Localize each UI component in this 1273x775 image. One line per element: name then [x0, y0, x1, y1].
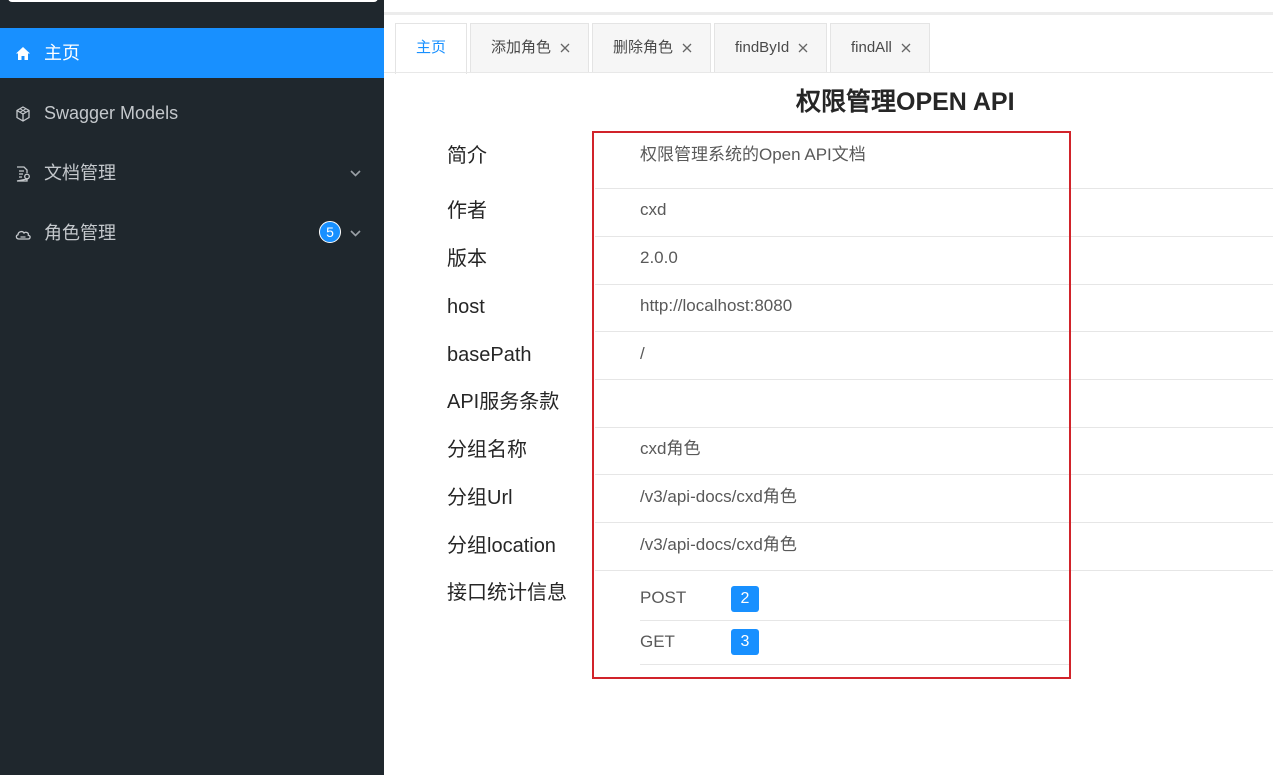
tab-label: 删除角色: [613, 39, 674, 56]
sidebar-item-home[interactable]: 主页: [0, 28, 384, 78]
sidebar-item-swagger-models[interactable]: Swagger Models: [0, 88, 384, 138]
count-badge: 3: [731, 629, 759, 655]
sidebar-item-role-management[interactable]: 角色管理 5: [0, 208, 384, 258]
sidebar-item-label: Swagger Models: [44, 103, 179, 123]
cube-icon: [16, 106, 30, 122]
info-key: 简介: [447, 145, 487, 167]
info-value: /: [640, 344, 645, 363]
info-key: 接口统计信息: [447, 582, 567, 604]
sidebar-item-label: 角色管理: [44, 223, 116, 243]
tab-home[interactable]: 主页: [395, 23, 467, 74]
info-key: 分组location: [447, 535, 556, 557]
info-key: 版本: [447, 248, 487, 270]
sidebar: 主页 Swagger Models 文档管理 角色管理 5: [0, 0, 384, 775]
info-key: 作者: [447, 200, 487, 222]
info-value: http://localhost:8080: [640, 296, 793, 315]
info-value: 2.0.0: [640, 248, 678, 267]
info-value: cxd: [640, 200, 667, 219]
info-key: API服务条款: [447, 391, 560, 413]
info-key: 分组名称: [447, 439, 527, 461]
tab-find-all[interactable]: findAll: [830, 23, 930, 73]
info-value: cxd角色: [640, 439, 701, 458]
document-settings-icon: [16, 166, 30, 182]
sidebar-search-box[interactable]: [8, 0, 378, 2]
row-divider: [640, 620, 1070, 621]
sidebar-item-doc-management[interactable]: 文档管理: [0, 148, 384, 198]
row-divider: [640, 664, 1070, 665]
info-key: host: [447, 296, 485, 318]
http-method: GET: [640, 632, 675, 651]
chevron-down-icon: [350, 230, 361, 237]
row-divider: [595, 522, 1273, 523]
header-divider: [384, 12, 1273, 15]
close-icon[interactable]: [682, 43, 692, 53]
tab-label: 主页: [416, 39, 447, 56]
row-divider: [595, 570, 1273, 571]
close-icon[interactable]: [901, 43, 911, 53]
tab-label: findById: [735, 39, 790, 56]
sidebar-item-label: 主页: [44, 43, 80, 63]
chevron-down-icon: [350, 170, 361, 177]
tab-label: findAll: [851, 39, 892, 56]
info-key: basePath: [447, 344, 532, 366]
tab-delete-role[interactable]: 删除角色: [592, 23, 711, 73]
sidebar-item-label: 文档管理: [44, 163, 116, 183]
home-icon: [16, 47, 30, 60]
row-divider: [595, 427, 1273, 428]
row-divider: [595, 379, 1273, 380]
info-value: /v3/api-docs/cxd角色: [640, 535, 797, 554]
tabs-divider: [384, 72, 1273, 73]
info-value: 权限管理系统的Open API文档: [640, 145, 866, 164]
tab-find-by-id[interactable]: findById: [714, 23, 827, 73]
close-icon[interactable]: [798, 43, 808, 53]
page-title: 权限管理OPEN API: [796, 88, 1015, 116]
count-badge: 5: [319, 221, 341, 243]
info-value: /v3/api-docs/cxd角色: [640, 487, 797, 506]
app-window: 主页 Swagger Models 文档管理 角色管理 5 主页 添加角色 删除…: [0, 0, 1273, 775]
row-divider: [595, 284, 1273, 285]
row-divider: [595, 236, 1273, 237]
tab-add-role[interactable]: 添加角色: [470, 23, 589, 73]
row-divider: [595, 474, 1273, 475]
count-badge: 2: [731, 586, 759, 612]
row-divider: [595, 188, 1273, 189]
cloud-icon: [15, 230, 31, 240]
close-icon[interactable]: [560, 43, 570, 53]
tab-label: 添加角色: [491, 39, 552, 56]
http-method: POST: [640, 588, 687, 607]
info-key: 分组Url: [447, 487, 513, 509]
row-divider: [595, 331, 1273, 332]
